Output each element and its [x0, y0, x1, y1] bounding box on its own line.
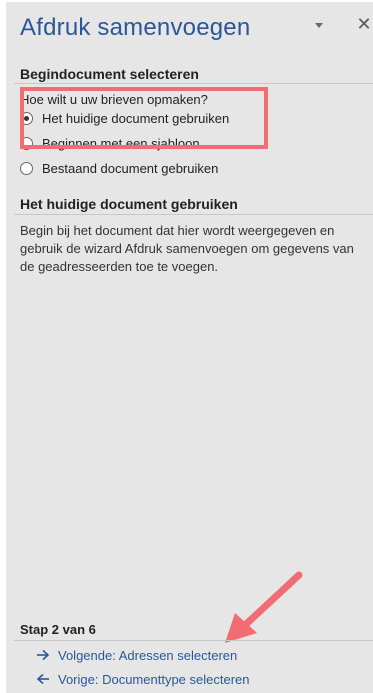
divider [14, 214, 373, 215]
pane-options-button[interactable] [312, 18, 326, 30]
arrow-right-icon [37, 649, 50, 661]
annotation-arrow-icon [225, 571, 303, 643]
close-button[interactable]: ✕ [355, 15, 373, 33]
section-heading-select-document: Begindocument selecteren [20, 66, 199, 82]
divider [14, 640, 373, 641]
arrow-left-icon [36, 673, 49, 685]
radio-button[interactable] [20, 161, 33, 175]
caret-down-icon [315, 23, 323, 28]
annotation-highlight-box [20, 87, 268, 149]
previous-step-label: Vorige: Documenttype selecteren [58, 671, 250, 687]
radio-label: Bestaand document gebruiken [42, 160, 219, 176]
section-heading-current-document: Het huidige document gebruiken [20, 196, 238, 212]
mail-merge-pane: Afdruk samenvoegen ✕ Begindocument selec… [6, 2, 373, 693]
next-step-label: Volgende: Adressen selecteren [58, 647, 238, 663]
next-step-link[interactable]: Volgende: Adressen selecteren [36, 646, 237, 664]
divider [14, 83, 373, 84]
radio-option-existing-document[interactable]: Bestaand document gebruiken [20, 159, 218, 177]
previous-step-link[interactable]: Vorige: Documenttype selecteren [36, 670, 250, 688]
step-indicator: Stap 2 van 6 [20, 622, 96, 637]
description-text: Begin bij het document dat hier wordt we… [20, 223, 354, 274]
pane-title: Afdruk samenvoegen [20, 14, 251, 41]
close-icon: ✕ [356, 14, 372, 34]
